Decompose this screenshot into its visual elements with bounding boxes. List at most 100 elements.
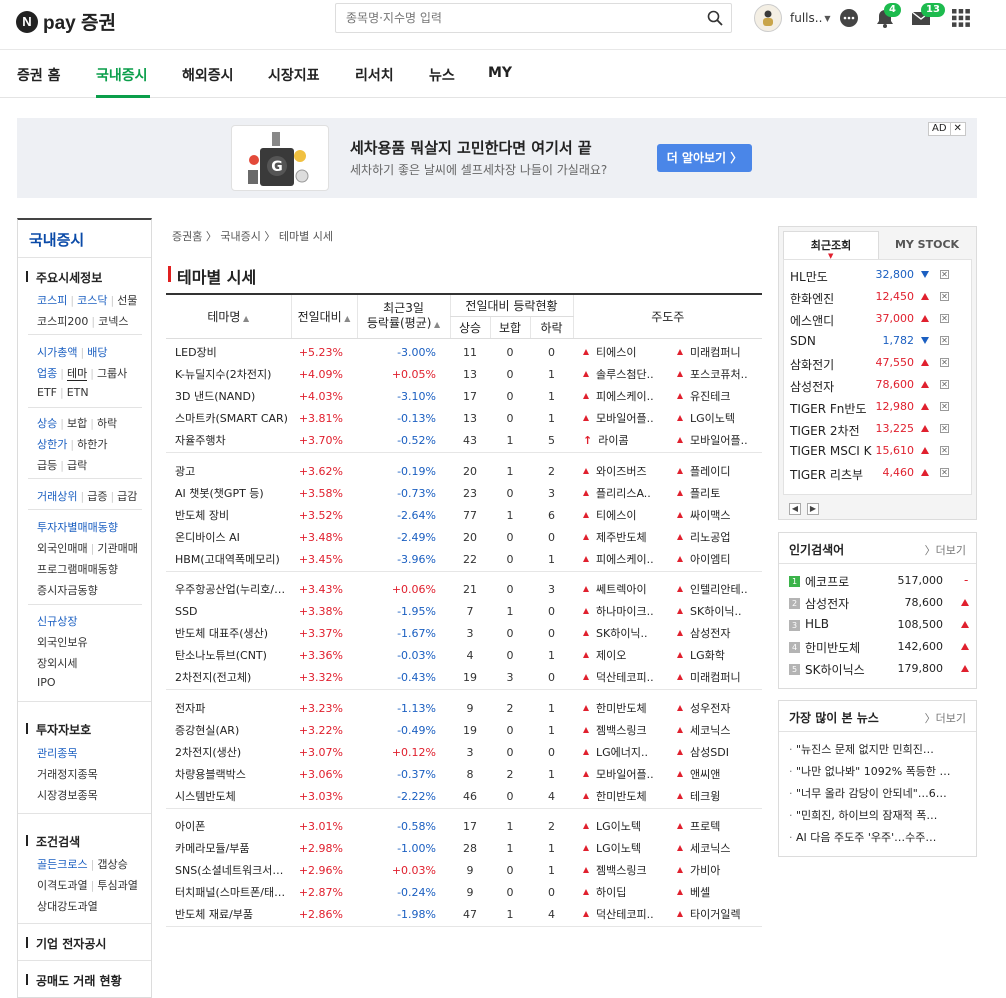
link-fall[interactable]: 하락 (97, 417, 117, 430)
recent-stock-item[interactable]: 한화엔진 12,450 ✕ (790, 290, 970, 308)
remove-icon[interactable]: ✕ (940, 314, 949, 323)
theme-name-link[interactable]: 차량용블랙박스 (166, 764, 291, 786)
table-row[interactable]: 탄소나노튜브(CNT) +3.36% -0.03% 4 0 1 제이오 LG화학 (166, 645, 762, 667)
theme-name-link[interactable]: 터치패널(스마트폰/태… (166, 882, 291, 904)
news-headline-link[interactable]: AI 다음 주도주 '우주'…수주… (789, 829, 973, 845)
theme-name-link[interactable]: K-뉴딜지수(2차전지) (166, 364, 291, 386)
nav-news[interactable]: 뉴스 (429, 65, 455, 85)
leader-stock-2[interactable]: 미래컴퍼니 (667, 342, 762, 364)
link-market-funds[interactable]: 증시자금동향 (37, 582, 98, 598)
leader-stock-1[interactable]: 와이즈버즈 (573, 461, 667, 483)
leader-stock-2[interactable]: 플리토 (667, 483, 762, 505)
search-icon[interactable] (707, 10, 723, 26)
prev-page-icon[interactable]: ◀ (789, 503, 801, 515)
section-short-selling[interactable]: 공매도 거래 현황 (26, 972, 122, 989)
leader-stock-2[interactable]: 유진테크 (667, 386, 762, 408)
nav-overseas[interactable]: 해외증시 (182, 65, 234, 85)
leader-stock-1[interactable]: 덕산테코피.. (573, 904, 667, 927)
apps-grid-icon[interactable] (950, 7, 972, 29)
theme-name-link[interactable]: SSD (166, 601, 291, 623)
table-row[interactable]: 차량용블랙박스 +3.06% -0.37% 8 2 1 모바일어플.. 앤씨앤 (166, 764, 762, 786)
table-row[interactable]: SNS(소셜네트워크서… +2.96% +0.03% 9 0 1 젬백스링크 가비아 (166, 860, 762, 882)
leader-stock-2[interactable]: 베셀 (667, 882, 762, 904)
link-theme[interactable]: 테마 (66, 367, 88, 381)
theme-name-link[interactable]: 3D 낸드(NAND) (166, 386, 291, 408)
table-row[interactable]: 2차전지(생산) +3.07% +0.12% 3 0 0 LG에너지.. 삼성SDI (166, 742, 762, 764)
leader-stock-1[interactable]: LG에너지.. (573, 742, 667, 764)
leader-stock-1[interactable]: 제주반도체 (573, 527, 667, 549)
leader-stock-1[interactable]: 피에스케이.. (573, 548, 667, 572)
link-etf[interactable]: ETF (37, 386, 57, 399)
leader-stock-1[interactable]: 하나마이크.. (573, 601, 667, 623)
user-menu[interactable]: fulls.. ▼ (754, 4, 831, 32)
popular-keyword-item[interactable]: 1 에코프로 517,000 - (789, 572, 969, 590)
remove-icon[interactable]: ✕ (940, 402, 949, 411)
popular-more-link[interactable]: 〉더보기 (925, 542, 966, 558)
recent-stock-item[interactable]: TIGER 리츠부 4,460 ✕ (790, 466, 970, 484)
table-row[interactable]: AI 챗봇(챗GPT 등) +3.58% -0.73% 23 0 3 플리리스A.. 플리토 (166, 483, 762, 505)
col-theme-name[interactable]: 테마명 ▲ (166, 293, 291, 339)
link-kosdaq[interactable]: 코스닥 (77, 294, 107, 307)
link-group[interactable]: 그룹사 (97, 367, 127, 380)
link-halted-stocks[interactable]: 거래정지종목 (37, 766, 98, 782)
leader-stock-2[interactable]: 앤씨앤 (667, 764, 762, 786)
theme-name-link[interactable]: 탄소나노튜브(CNT) (166, 645, 291, 667)
leader-stock-2[interactable]: 타이거일렉 (667, 904, 762, 927)
ad-banner[interactable]: G 세차용품 뭐살지 고민한다면 여기서 끝 세차하기 좋은 날씨에 셀프세차장… (17, 118, 977, 198)
leader-stock-2[interactable]: 가비아 (667, 860, 762, 882)
tab-recent[interactable]: 최근조회 ▼ (783, 231, 879, 260)
theme-name-link[interactable]: AI 챗봇(챗GPT 등) (166, 483, 291, 505)
link-program-trade[interactable]: 프로그램매매동향 (37, 561, 118, 577)
leader-stock-2[interactable]: LG이노텍 (667, 408, 762, 430)
news-headline-link[interactable]: "민희진, 하이브의 잠재적 폭… (789, 807, 973, 823)
recent-stock-item[interactable]: 에스앤디 37,000 ✕ (790, 312, 970, 330)
table-row[interactable]: HBM(고대역폭메모리) +3.45% -3.96% 22 0 1 피에스케이.. 아이엠티 (166, 548, 762, 572)
link-golden-cross[interactable]: 골든크로스 (37, 858, 88, 871)
leader-stock-2[interactable]: 세코닉스 (667, 720, 762, 742)
theme-name-link[interactable]: 반도체 대표주(생산) (166, 623, 291, 645)
leader-stock-2[interactable]: 리노공업 (667, 527, 762, 549)
leader-stock-2[interactable]: 미래컴퍼니 (667, 667, 762, 690)
link-kospi[interactable]: 코스피 (37, 294, 67, 307)
leader-stock-2[interactable]: 플레이디 (667, 461, 762, 483)
popular-keyword-item[interactable]: 5 SK하이닉스 179,800 (789, 660, 969, 678)
link-plunge[interactable]: 급락 (67, 459, 87, 472)
leader-stock-1[interactable]: 한미반도체 (573, 698, 667, 720)
leader-stock-1[interactable]: 티에스이 (573, 505, 667, 527)
col-change[interactable]: 전일대비 ▲ (290, 293, 357, 339)
link-flat[interactable]: 보합 (67, 417, 87, 430)
theme-name-link[interactable]: 2차전지(생산) (166, 742, 291, 764)
leader-stock-1[interactable]: 젬백스링크 (573, 860, 667, 882)
theme-name-link[interactable]: SNS(소셜네트워크서… (166, 860, 291, 882)
news-more-link[interactable]: 〉더보기 (925, 710, 966, 726)
theme-name-link[interactable]: 전자파 (166, 698, 291, 720)
link-lower-limit[interactable]: 하한가 (77, 438, 107, 451)
theme-name-link[interactable]: 반도체 장비 (166, 505, 291, 527)
leader-stock-1[interactable]: SK하이닉.. (573, 623, 667, 645)
nav-research[interactable]: 리서치 (355, 65, 394, 85)
link-volume-top[interactable]: 거래상위 (37, 490, 77, 503)
popular-keyword-item[interactable]: 2 삼성전자 78,600 (789, 594, 969, 612)
recent-stock-item[interactable]: TIGER MSCI K 15,610 ✕ (790, 444, 970, 462)
col-3day-avg[interactable]: 최근3일 등락률(평균) ▲ (356, 293, 450, 339)
theme-name-link[interactable]: 증강현실(AR) (166, 720, 291, 742)
nav-my[interactable]: MY (488, 65, 512, 81)
leader-stock-1[interactable]: 덕산테코피.. (573, 667, 667, 690)
link-otc[interactable]: 장외시세 (37, 655, 77, 671)
recent-stock-item[interactable]: HL만도 32,800 ✕ (790, 268, 970, 286)
table-row[interactable]: 반도체 장비 +3.52% -2.64% 77 1 6 티에스이 싸이맥스 (166, 505, 762, 527)
link-market-cap[interactable]: 시가총액 (37, 346, 77, 359)
leader-stock-2[interactable]: 아이엠티 (667, 548, 762, 572)
leader-stock-1[interactable]: 한미반도체 (573, 785, 667, 809)
link-volume-surge[interactable]: 급증 (87, 490, 107, 503)
link-etn[interactable]: ETN (67, 386, 89, 399)
table-row[interactable]: 스마트카(SMART CAR) +3.81% -0.13% 13 0 1 모바일어플.. LG… (166, 408, 762, 430)
table-row[interactable]: 2차전지(전고체) +3.32% -0.43% 19 3 0 덕산테코피.. 미래컴퍼니 (166, 667, 762, 690)
leader-stock-2[interactable]: SK하이닉.. (667, 601, 762, 623)
leader-stock-1[interactable]: LG이노텍 (573, 816, 667, 838)
leader-stock-1[interactable]: 쎄트렉아이 (573, 579, 667, 601)
remove-icon[interactable]: ✕ (940, 446, 949, 455)
leader-stock-2[interactable]: 포스코퓨처.. (667, 364, 762, 386)
remove-icon[interactable]: ✕ (940, 468, 949, 477)
table-row[interactable]: SSD +3.38% -1.95% 7 1 0 하나마이크.. SK하이닉.. (166, 601, 762, 623)
